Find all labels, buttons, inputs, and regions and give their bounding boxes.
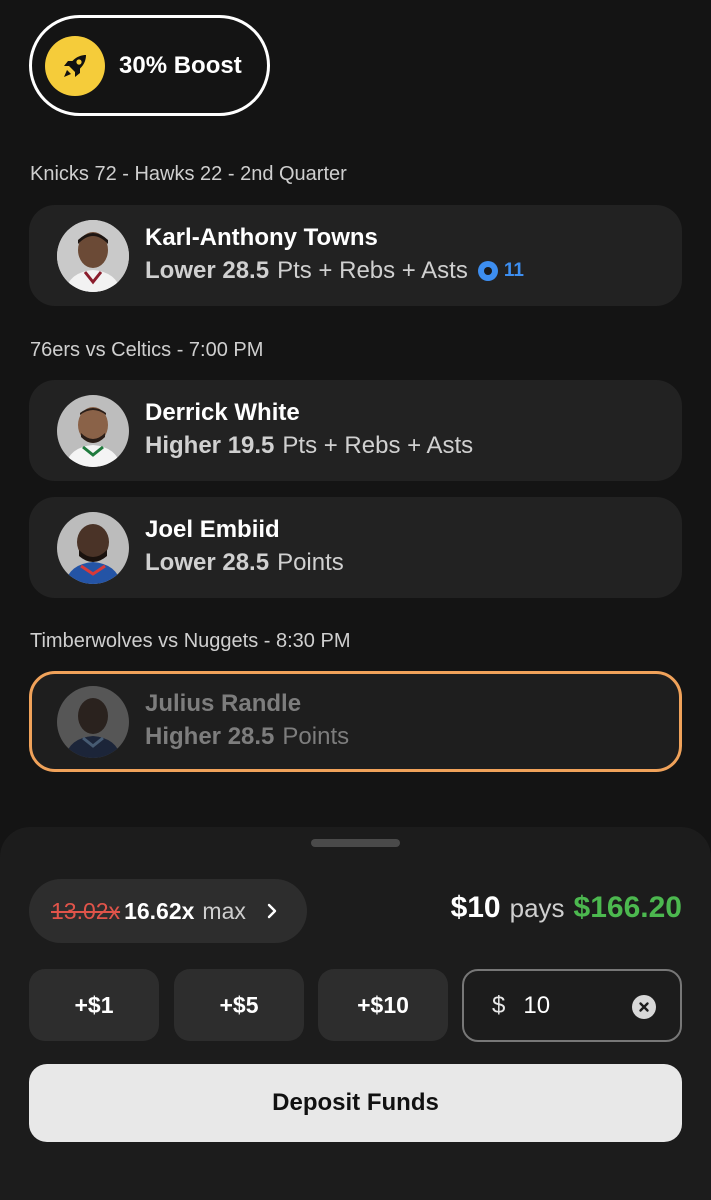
live-stat-value: 11 — [503, 259, 524, 281]
game-header: Timberwolves vs Nuggets - 8:30 PM — [30, 630, 351, 652]
currency-symbol: $ — [492, 991, 506, 1019]
multiplier-button[interactable]: 13.02x 16.62x max — [29, 879, 307, 943]
clear-icon[interactable] — [632, 995, 656, 1019]
pick-line: Higher 19.5 Pts + Rebs + Asts — [145, 428, 473, 464]
pick-direction: Lower 28.5 — [145, 548, 270, 576]
entry-sheet: 13.02x 16.62x max $10 pays $166.20 +$1 +… — [0, 827, 711, 1200]
boost-label: 30% Boost — [119, 51, 242, 79]
pick-direction: Lower 28.5 — [145, 256, 270, 284]
pick-card[interactable]: Karl-Anthony Towns Lower 28.5 Pts + Rebs… — [29, 205, 682, 306]
add-1-button[interactable]: +$1 — [29, 969, 159, 1041]
player-name: Joel Embiid — [145, 515, 280, 543]
pick-direction: Higher 19.5 — [145, 431, 275, 459]
pays-label: pays — [509, 893, 565, 923]
add-5-button[interactable]: +$5 — [174, 969, 304, 1041]
entry-amount-field[interactable]: $ — [462, 969, 682, 1042]
pick-stat: Points — [282, 722, 350, 750]
pick-stat: Pts + Rebs + Asts — [277, 256, 468, 284]
entry-amount-input[interactable] — [523, 991, 624, 1020]
live-stat-badge: 11 — [477, 253, 524, 289]
pick-stat: Pts + Rebs + Asts — [282, 431, 474, 459]
rocket-icon — [45, 35, 105, 96]
boosted-multiplier: 16.62x — [124, 897, 195, 924]
entry-amount: $10 — [450, 891, 501, 924]
old-multiplier: 13.02x — [51, 897, 121, 924]
payout-summary: $10 pays $166.20 — [451, 891, 682, 925]
player-avatar — [57, 394, 129, 467]
sheet-grabber[interactable] — [311, 839, 400, 847]
pick-direction: Higher 28.5 — [145, 722, 275, 750]
player-name: Derrick White — [145, 398, 300, 426]
deposit-funds-button[interactable]: Deposit Funds — [29, 1064, 682, 1142]
add-10-button[interactable]: +$10 — [318, 969, 448, 1041]
pick-card-selected[interactable]: Julius Randle Higher 28.5 Points — [29, 671, 682, 772]
multiplier-max-label: max — [202, 897, 246, 924]
pick-line: Lower 28.5 Points — [145, 545, 344, 581]
player-avatar — [57, 511, 129, 584]
live-indicator-icon — [477, 260, 498, 281]
boost-button[interactable]: 30% Boost — [29, 15, 270, 116]
pick-card[interactable]: Joel Embiid Lower 28.5 Points — [29, 497, 682, 598]
chevron-right-icon — [266, 898, 278, 925]
pick-stat: Points — [277, 548, 344, 576]
potential-payout: $166.20 — [573, 891, 682, 924]
pick-line: Higher 28.5 Points — [145, 719, 349, 755]
pick-line: Lower 28.5 Pts + Rebs + Asts 11 — [145, 253, 524, 289]
game-header: Knicks 72 - Hawks 22 - 2nd Quarter — [30, 163, 347, 185]
player-name: Julius Randle — [145, 689, 302, 717]
player-avatar — [57, 219, 129, 292]
game-header: 76ers vs Celtics - 7:00 PM — [30, 339, 264, 361]
player-name: Karl-Anthony Towns — [145, 223, 378, 251]
player-avatar — [57, 685, 129, 758]
pick-card[interactable]: Derrick White Higher 19.5 Pts + Rebs + A… — [29, 380, 682, 481]
